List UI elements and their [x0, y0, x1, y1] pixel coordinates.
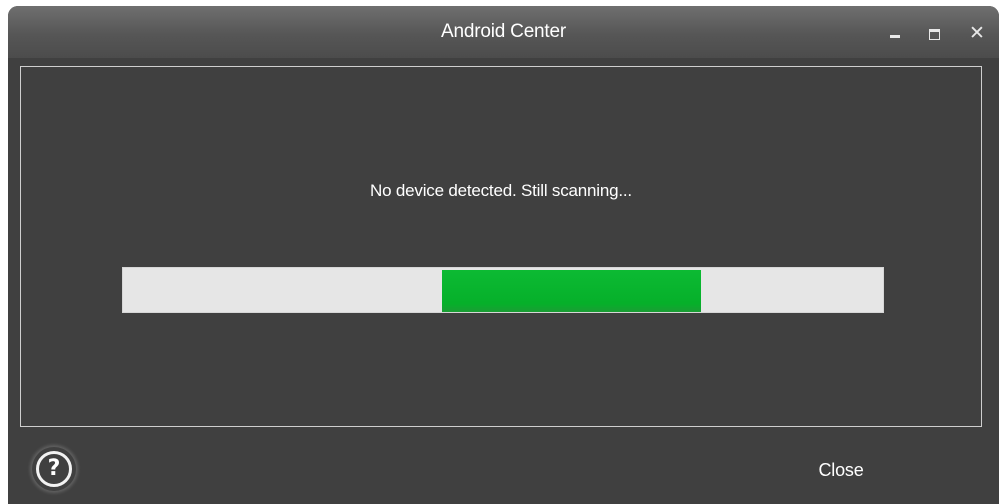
- help-button[interactable]: ?: [32, 447, 76, 491]
- help-circle-icon: ?: [36, 451, 72, 487]
- minimize-icon: [890, 35, 900, 38]
- maximize-icon: [929, 29, 940, 40]
- minimize-button[interactable]: [884, 22, 906, 44]
- window-close-button[interactable]: ✕: [966, 22, 988, 44]
- close-button[interactable]: Close: [786, 450, 896, 490]
- scan-progress-bar: [122, 267, 884, 313]
- window-title: Android Center: [441, 21, 566, 42]
- footer: ? Close: [8, 436, 999, 504]
- content-panel: No device detected. Still scanning...: [20, 66, 982, 427]
- progress-fill: [442, 270, 701, 312]
- window-frame: Android Center ✕ No device detected. Sti…: [8, 6, 999, 504]
- close-icon: ✕: [969, 22, 985, 44]
- app-window: Android Center ✕ No device detected. Sti…: [0, 0, 999, 504]
- title-bar[interactable]: Android Center ✕: [8, 6, 999, 58]
- status-message: No device detected. Still scanning...: [370, 181, 632, 200]
- maximize-button[interactable]: [924, 22, 946, 44]
